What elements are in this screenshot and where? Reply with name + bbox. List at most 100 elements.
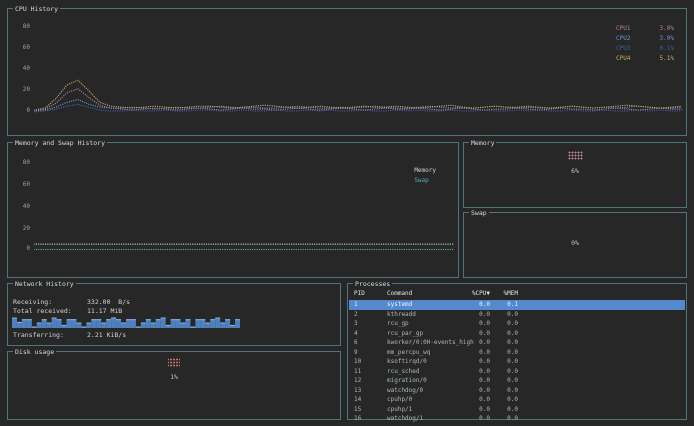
process-mem: 0.1 [503, 300, 518, 310]
process-mem: 0.0 [503, 338, 518, 348]
process-command: cpuhp/1 [387, 405, 471, 415]
cpu-legend-label: CPU1 [616, 25, 630, 32]
process-cpu: 0.0 [471, 338, 490, 348]
process-row[interactable]: 14cpuhp/00.00.0 [349, 395, 685, 405]
cpu-legend-item: CPU1 3.0% [616, 25, 674, 32]
process-command: cpuhp/0 [387, 395, 471, 405]
process-mem: 0.0 [503, 329, 518, 339]
process-pid: 13 [354, 386, 387, 396]
process-pid: 10 [354, 357, 387, 367]
process-cpu: 0.0 [471, 386, 490, 396]
process-mem: 0.0 [503, 310, 518, 320]
cpu-history-title: CPU History [13, 5, 60, 13]
process-cpu: 0.0 [471, 414, 490, 424]
process-row[interactable]: 1systemd0.0 0.1 [349, 300, 685, 310]
cpu-legend-item: CPU2 3.0% [616, 35, 674, 42]
process-row[interactable]: 16watchdog/10.00.0 [349, 414, 685, 424]
network-history-title: Network History [13, 280, 76, 288]
cpu-legend-label: CPU2 [616, 35, 630, 42]
header-command: Command [387, 289, 471, 299]
cpu-y-tick-0: 0 [12, 108, 30, 114]
process-mem: 0.0 [503, 348, 518, 358]
process-command: rcu_sched [387, 367, 471, 377]
memswap-y-tick-60: 60 [12, 182, 30, 188]
process-pid: 6 [354, 338, 387, 348]
header-pid: PID [354, 289, 387, 299]
transferring-value: 2.21 KiB/s [87, 332, 126, 339]
process-row[interactable]: 13watchdog/00.00.0 [349, 386, 685, 396]
swap-gauge: 0% [464, 213, 686, 277]
process-pid: 15 [354, 405, 387, 415]
swap-legend-label: Swap [414, 177, 428, 184]
total-received-line: Total received: 11.17 MiB [13, 308, 122, 315]
swap-gauge-panel: Swap 0% [463, 212, 687, 278]
memswap-y-tick-80: 80 [12, 160, 30, 166]
process-row[interactable]: 6kworker/0:0H-events_high0.00.0 [349, 338, 685, 348]
process-cpu: 0.0 [471, 357, 490, 367]
memory-gauge: 6% [464, 143, 686, 207]
memory-swap-history-title: Memory and Swap History [13, 139, 107, 147]
cpu-legend-value: 0.1% [660, 45, 674, 52]
disk-gauge: 1% [8, 352, 340, 419]
cpu-legend-label: CPU3 [616, 45, 630, 52]
process-command: systemd [387, 300, 471, 310]
process-cpu: 0.0 [471, 329, 490, 339]
process-row[interactable]: 4rcu_par_gp0.00.0 [349, 329, 685, 339]
process-cpu: 0.0 [471, 367, 490, 377]
cpu-legend-value: 3.0% [660, 35, 674, 42]
process-pid: 12 [354, 376, 387, 386]
process-pid: 11 [354, 367, 387, 377]
process-cpu: 0.0 [471, 300, 490, 310]
process-mem: 0.0 [503, 395, 518, 405]
process-mem: 0.0 [503, 357, 518, 367]
memory-swap-history-panel: Memory and Swap History 80 60 40 20 0 Me… [7, 142, 459, 278]
process-mem: 0.0 [503, 386, 518, 396]
process-mem: 0.0 [503, 414, 518, 424]
process-cpu: 0.0 [471, 310, 490, 320]
process-row[interactable]: 9mm_percpu_wq0.00.0 [349, 348, 685, 358]
receiving-value: 332.00 B/s [87, 299, 130, 306]
disk-donut-icon [168, 358, 180, 367]
system-monitor-screen: CPU History 80 60 40 20 0 CPU13.0%CPU23.… [0, 0, 694, 426]
memory-swap-history-chart [34, 163, 456, 251]
process-pid: 14 [354, 395, 387, 405]
process-command: rcu_par_gp [387, 329, 471, 339]
cpu-y-tick-80: 80 [12, 24, 30, 30]
memory-legend-label: Memory [414, 167, 436, 174]
cpu-legend: CPU1 3.0% CPU2 3.0% CPU3 0.1% CPU4 5.1% [616, 25, 674, 62]
cpu-history-panel: CPU History 80 60 40 20 0 CPU13.0%CPU23.… [7, 8, 687, 136]
cpu-legend-label: CPU4 [616, 55, 630, 62]
process-row[interactable]: 3rcu_gp0.00.0 [349, 319, 685, 329]
process-mem: 0.0 [503, 367, 518, 377]
memory-swap-legend: Memory Swap [414, 167, 436, 184]
process-row[interactable]: 11rcu_sched0.00.0 [349, 367, 685, 377]
process-pid: 1 [354, 300, 387, 310]
process-row[interactable]: 15cpuhp/10.00.0 [349, 405, 685, 415]
header-mem: %MEM [499, 289, 518, 299]
disk-percent: 1% [170, 373, 178, 381]
process-command: migration/0 [387, 376, 471, 386]
receiving-label: Receiving: [13, 299, 87, 306]
process-mem: 0.0 [503, 376, 518, 386]
transferring-label: Transferring: [13, 332, 87, 339]
process-cpu: 0.0 [471, 348, 490, 358]
process-row[interactable]: 10ksoftirqd/00.00.0 [349, 357, 685, 367]
cpu-legend-value: 3.0% [660, 25, 674, 32]
receiving-line: Receiving: 332.00 B/s [13, 299, 130, 306]
process-cpu: 0.0 [471, 405, 490, 415]
processes-header-row: PID Command %CPU▼ %MEM [349, 289, 685, 299]
cpu-legend-value: 5.1% [660, 55, 674, 62]
process-command: kthreadd [387, 310, 471, 320]
cpu-y-tick-60: 60 [12, 45, 30, 51]
network-history-panel: Network History Receiving: 332.00 B/s To… [7, 283, 341, 346]
disk-usage-panel: Disk usage 1% [7, 351, 341, 420]
header-cpu-sort: %CPU▼ [467, 289, 490, 299]
transferring-line: Transferring: 2.21 KiB/s [13, 332, 126, 339]
process-row[interactable]: 2kthreadd0.00.0 [349, 310, 685, 320]
cpu-y-tick-40: 40 [12, 66, 30, 72]
process-row[interactable]: 12migration/00.00.0 [349, 376, 685, 386]
cpu-history-chart [34, 27, 682, 113]
process-pid: 3 [354, 319, 387, 329]
process-mem: 0.0 [503, 319, 518, 329]
cpu-legend-item: CPU4 5.1% [616, 55, 674, 62]
